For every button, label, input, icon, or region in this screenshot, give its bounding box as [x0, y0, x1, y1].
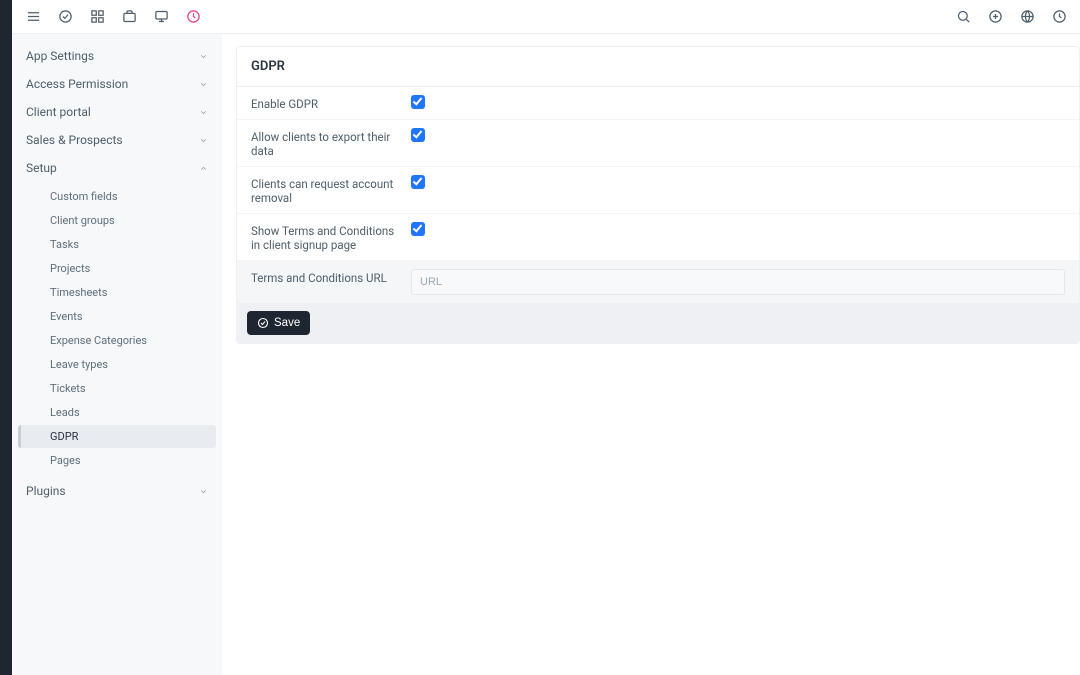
sidebar-section-label: Plugins: [26, 484, 66, 498]
sidebar-section-label: Client portal: [26, 105, 91, 119]
check-circle-icon: [257, 317, 269, 329]
sidebar-item-leave-types[interactable]: Leave types: [18, 353, 216, 376]
plus-circle-icon[interactable]: [984, 6, 1006, 28]
save-button[interactable]: Save: [247, 311, 310, 335]
search-icon[interactable]: [952, 6, 974, 28]
chevron-down-icon: [199, 136, 208, 145]
page-title: GDPR: [237, 47, 1079, 87]
request-removal-label: Clients can request account removal: [251, 175, 411, 205]
sidebar-subitems-setup: Custom fields Client groups Tasks Projec…: [12, 182, 222, 477]
grid-icon[interactable]: [86, 6, 108, 28]
allow-export-checkbox[interactable]: [411, 128, 425, 142]
clock-icon[interactable]: [1048, 6, 1070, 28]
sidebar-section-label: Access Permission: [26, 77, 128, 91]
sidebar-section-label: Setup: [26, 161, 57, 175]
sidebar-section-access-permission[interactable]: Access Permission: [12, 70, 222, 98]
card-footer: Save: [237, 303, 1079, 343]
sidebar-section-client-portal[interactable]: Client portal: [12, 98, 222, 126]
row-request-removal: Clients can request account removal: [237, 166, 1079, 213]
row-enable-gdpr: Enable GDPR: [237, 87, 1079, 119]
show-terms-label: Show Terms and Conditions in client sign…: [251, 222, 411, 252]
chevron-up-icon: [199, 164, 208, 173]
save-button-label: Save: [274, 317, 300, 329]
content: GDPR Enable GDPR Allow clients to export…: [222, 34, 1080, 675]
sidebar-item-expense-categories[interactable]: Expense Categories: [18, 329, 216, 352]
sidebar-item-tickets[interactable]: Tickets: [18, 377, 216, 400]
sidebar-item-gdpr[interactable]: GDPR: [18, 425, 216, 448]
chevron-down-icon: [199, 108, 208, 117]
sidebar-item-client-groups[interactable]: Client groups: [18, 209, 216, 232]
sidebar-item-custom-fields[interactable]: Custom fields: [18, 185, 216, 208]
menu-icon[interactable]: [22, 6, 44, 28]
monitor-icon[interactable]: [150, 6, 172, 28]
allow-export-label: Allow clients to export their data: [251, 128, 411, 158]
row-terms-url: Terms and Conditions URL: [237, 260, 1079, 303]
terms-url-input[interactable]: [411, 269, 1065, 295]
request-removal-checkbox[interactable]: [411, 175, 425, 189]
clock-accent-icon[interactable]: [182, 6, 204, 28]
row-show-terms: Show Terms and Conditions in client sign…: [237, 213, 1079, 260]
sidebar-item-projects[interactable]: Projects: [18, 257, 216, 280]
terms-url-label: Terms and Conditions URL: [251, 269, 411, 285]
sidebar-section-label: App Settings: [26, 49, 94, 63]
sidebar-item-timesheets[interactable]: Timesheets: [18, 281, 216, 304]
chevron-down-icon: [199, 487, 208, 496]
sidebar-item-tasks[interactable]: Tasks: [18, 233, 216, 256]
sidebar-item-leads[interactable]: Leads: [18, 401, 216, 424]
sidebar-section-sales-prospects[interactable]: Sales & Prospects: [12, 126, 222, 154]
chevron-down-icon: [199, 52, 208, 61]
sidebar-item-events[interactable]: Events: [18, 305, 216, 328]
show-terms-checkbox[interactable]: [411, 222, 425, 236]
sidebar: App Settings Access Permission Client po…: [12, 34, 222, 675]
globe-icon[interactable]: [1016, 6, 1038, 28]
sidebar-section-label: Sales & Prospects: [26, 133, 123, 147]
briefcase-icon[interactable]: [118, 6, 140, 28]
gdpr-card: GDPR Enable GDPR Allow clients to export…: [236, 46, 1080, 344]
sidebar-section-setup[interactable]: Setup: [12, 154, 222, 182]
sidebar-item-pages[interactable]: Pages: [18, 449, 216, 472]
sidebar-section-plugins[interactable]: Plugins: [12, 477, 222, 505]
left-rail: [0, 0, 12, 675]
enable-gdpr-label: Enable GDPR: [251, 95, 411, 111]
check-circle-icon[interactable]: [54, 6, 76, 28]
chevron-down-icon: [199, 80, 208, 89]
row-allow-export: Allow clients to export their data: [237, 119, 1079, 166]
sidebar-section-app-settings[interactable]: App Settings: [12, 42, 222, 70]
topbar: [12, 0, 1080, 34]
enable-gdpr-checkbox[interactable]: [411, 95, 425, 109]
